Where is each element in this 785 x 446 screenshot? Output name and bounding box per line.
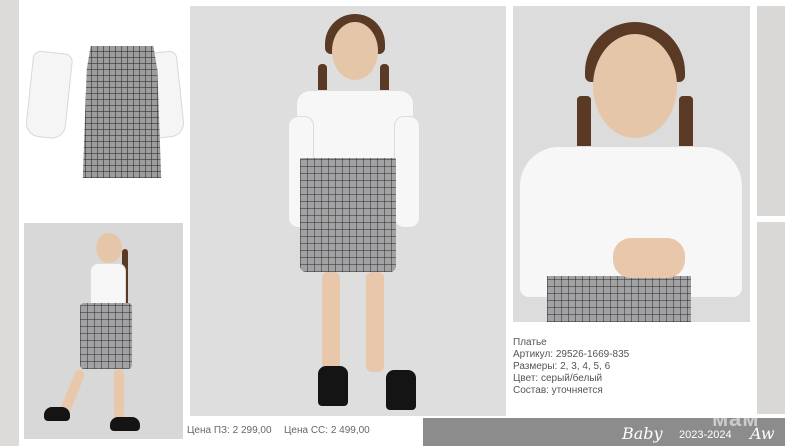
watermark-bottom: мам [712, 406, 760, 431]
sleeve-right [394, 116, 420, 228]
shoe-left [318, 366, 348, 406]
hands-shape [613, 238, 685, 278]
dress-body-shape [82, 46, 162, 178]
right-edge-strip-top [757, 6, 785, 216]
product-article: Артикул: 29526-1669-835 [513, 349, 630, 360]
front-pose-photo[interactable] [190, 6, 506, 416]
product-flat-image[interactable] [19, 0, 189, 218]
product-name: Платье [513, 337, 547, 348]
price-pz: Цена ПЗ: 2 299,00 [187, 425, 272, 436]
brand-script: Baby [622, 424, 663, 443]
child-head [332, 22, 378, 80]
shoe-right [110, 417, 140, 431]
shoe-left [44, 407, 70, 421]
shoe-right [386, 370, 416, 410]
closeup-photo[interactable] [513, 6, 750, 322]
right-edge-strip-bottom [757, 222, 785, 414]
dress-fragment [547, 276, 691, 322]
product-composition: Состав: уточняется [513, 385, 603, 396]
left-edge-strip [0, 0, 19, 446]
child-head [96, 233, 122, 263]
leg-right [114, 369, 124, 419]
product-sizes: Размеры: 2, 3, 4, 5, 6 [513, 361, 611, 372]
price-ss: Цена СС: 2 499,00 [284, 425, 370, 436]
side-pose-photo[interactable] [24, 223, 183, 439]
dress-shape [80, 303, 132, 369]
left-sleeve-shape [24, 50, 74, 140]
leg-left [322, 272, 340, 372]
product-color: Цвет: серый/белый [513, 373, 603, 384]
child-head [593, 34, 677, 138]
leg-right [366, 272, 384, 372]
dress-skirt [300, 158, 396, 272]
